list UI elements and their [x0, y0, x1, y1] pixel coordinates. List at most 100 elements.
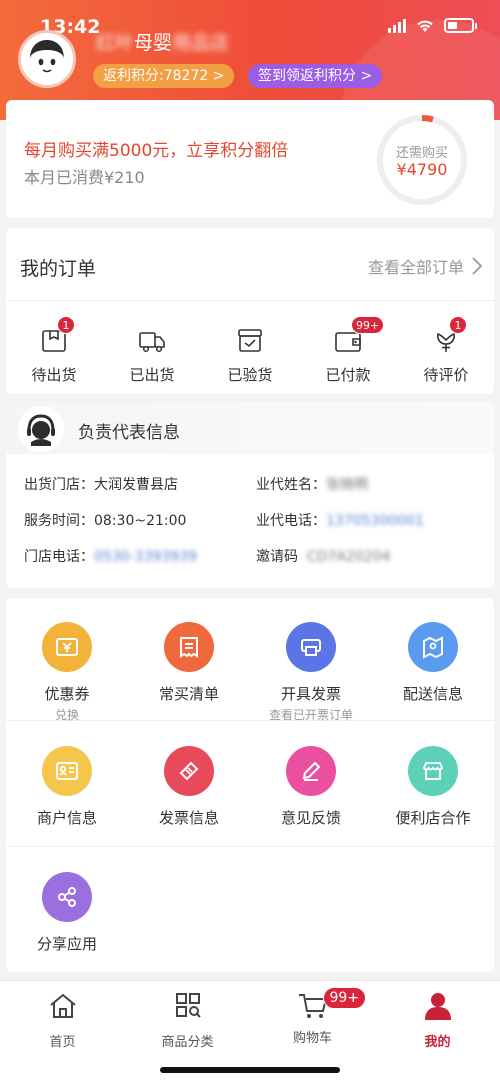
service-share-app[interactable]: 分享应用: [6, 872, 128, 954]
list-icon: [164, 622, 214, 672]
order-status-paid[interactable]: 99+ 已付款: [300, 316, 396, 385]
battery-icon: [444, 18, 477, 33]
store-info-row: 出货门店：大润发曹县店: [24, 474, 178, 494]
tab-label: 我的: [424, 1035, 451, 1050]
rep-title: 负责代表信息: [78, 423, 180, 443]
divider: [6, 300, 494, 301]
tab-home[interactable]: 首页: [0, 991, 125, 1050]
service-label: 商户信息: [36, 809, 97, 827]
coupon-icon: [42, 622, 92, 672]
profile-icon: [424, 993, 451, 1020]
category-icon: [175, 993, 201, 1018]
agent-name-value: 张晓明: [326, 477, 368, 493]
check-box-icon: [238, 329, 262, 352]
service-sublabel: 兑换: [54, 708, 79, 722]
store-phone-label: 门店电话：: [24, 549, 94, 565]
service-label: 配送信息: [402, 685, 463, 703]
service-coupon[interactable]: 优惠券 兑换: [6, 622, 128, 723]
order-status-label: 待出货: [31, 366, 77, 384]
printer-icon: [286, 622, 336, 672]
store-phone-row: 门店电话：0530-3393939: [24, 546, 197, 566]
order-status-label: 已付款: [325, 366, 371, 384]
sign-in-points-button[interactable]: 签到领返利积分 >: [248, 64, 383, 88]
service-sublabel[interactable]: 查看已开票订单: [250, 706, 372, 723]
ring-label: 还需购买: [395, 146, 448, 161]
share-icon: [42, 872, 92, 922]
truck-icon: [139, 332, 165, 353]
service-time-value: 08:30~21:00: [94, 513, 187, 529]
merchant-card-icon: [42, 746, 92, 796]
tab-label: 购物车: [292, 1031, 332, 1046]
invite-code-value: CD7A20204: [306, 549, 391, 565]
service-label: 意见反馈: [280, 809, 341, 827]
home-indicator: [160, 1067, 340, 1073]
service-merchant-info[interactable]: 商户信息: [6, 746, 128, 828]
wifi-icon: [417, 20, 433, 32]
orders-title: 我的订单: [20, 258, 97, 280]
agent-phone-value[interactable]: 13705300001: [326, 513, 424, 529]
service-label: 分享应用: [36, 935, 97, 953]
order-status-to-review[interactable]: 1 待评价: [398, 316, 494, 385]
store-icon: [408, 746, 458, 796]
service-feedback[interactable]: 意见反馈: [250, 746, 372, 828]
order-status-pending-shipment[interactable]: 1 待出货: [6, 316, 102, 385]
service-agent-icon: [18, 406, 64, 452]
service-time-label: 服务时间：: [24, 513, 94, 529]
monthly-spend-text: 本月已消费¥210: [24, 168, 145, 187]
service-frequent-list[interactable]: 常买清单: [128, 622, 250, 704]
service-label: 开具发票: [280, 685, 341, 703]
view-all-orders-link[interactable]: 查看全部订单: [368, 254, 482, 278]
order-badge: 99+: [351, 316, 385, 334]
cart-badge: 99+: [322, 987, 367, 1009]
my-orders-card: 我的订单 查看全部订单 1 待出货 已出货 已验货 99+ 已付款 1 待评价: [6, 228, 494, 394]
invite-code-row: 邀请码 CD7A20204: [256, 546, 390, 566]
chevron-right-icon: [472, 257, 482, 275]
agent-name-label: 业代姓名：: [256, 477, 326, 493]
tab-profile[interactable]: 我的: [375, 991, 500, 1050]
tab-category[interactable]: 商品分类: [125, 991, 250, 1050]
order-status-shipped[interactable]: 已出货: [104, 326, 200, 385]
service-label: 便利店合作: [395, 809, 471, 827]
signal-icon: [388, 18, 406, 33]
map-icon: [408, 622, 458, 672]
service-label: 常买清单: [158, 685, 219, 703]
ring-amount: ¥4790: [396, 160, 448, 179]
rep-header: 负责代表信息: [6, 402, 494, 454]
home-icon: [49, 993, 76, 1018]
agent-name-row: 业代姓名：张晓明: [256, 474, 368, 494]
store-phone-value[interactable]: 0530-3393939: [94, 549, 197, 565]
order-status-label: 已验货: [227, 366, 273, 384]
order-status-inspected[interactable]: 已验货: [202, 326, 298, 385]
service-label: 发票信息: [158, 809, 219, 827]
service-time-row: 服务时间：08:30~21:00: [24, 510, 186, 530]
tab-label: 首页: [49, 1035, 76, 1050]
rebate-points-button[interactable]: 返利积分:78272 >: [93, 64, 235, 88]
agent-phone-row: 业代电话：13705300001: [256, 510, 424, 530]
order-status-label: 已出货: [129, 366, 175, 384]
promo-title: 每月购买满5000元，立享积分翻倍: [24, 141, 289, 161]
ticket-icon: [164, 746, 214, 796]
service-delivery-info[interactable]: 配送信息: [372, 622, 494, 704]
order-badge: 1: [449, 316, 467, 334]
services-grid: 优惠券 兑换 常买清单 开具发票 查看已开票订单 配送信息 商户信息 发票信息: [6, 598, 494, 972]
order-status-label: 待评价: [423, 366, 469, 384]
representative-info-card: 负责代表信息 出货门店：大润发曹县店 服务时间：08:30~21:00 门店电话…: [6, 402, 494, 588]
store-value: 大润发曹县店: [94, 477, 178, 493]
tab-cart[interactable]: 99+ 购物车: [250, 987, 375, 1046]
view-all-orders-label: 查看全部订单: [367, 258, 464, 277]
order-badge: 1: [57, 316, 75, 334]
invite-code-label: 邀请码: [256, 549, 298, 565]
service-issue-invoice[interactable]: 开具发票 查看已开票订单: [250, 622, 372, 723]
status-icons: [388, 18, 477, 33]
service-invoice-info[interactable]: 发票信息: [128, 746, 250, 828]
service-label: 优惠券: [44, 685, 90, 703]
service-store-partnership[interactable]: 便利店合作: [372, 746, 494, 828]
store-label: 出货门店：: [24, 477, 94, 493]
pencil-icon: [286, 746, 336, 796]
avatar[interactable]: [18, 30, 76, 88]
monthly-promo-card[interactable]: 每月购买满5000元，立享积分翻倍 本月已消费¥210 还需购买 ¥4790: [6, 100, 494, 218]
store-name: 红叶母婴用品店: [96, 32, 230, 54]
agent-phone-label: 业代电话：: [256, 513, 326, 529]
tab-label: 商品分类: [161, 1035, 214, 1050]
divider: [6, 846, 494, 847]
